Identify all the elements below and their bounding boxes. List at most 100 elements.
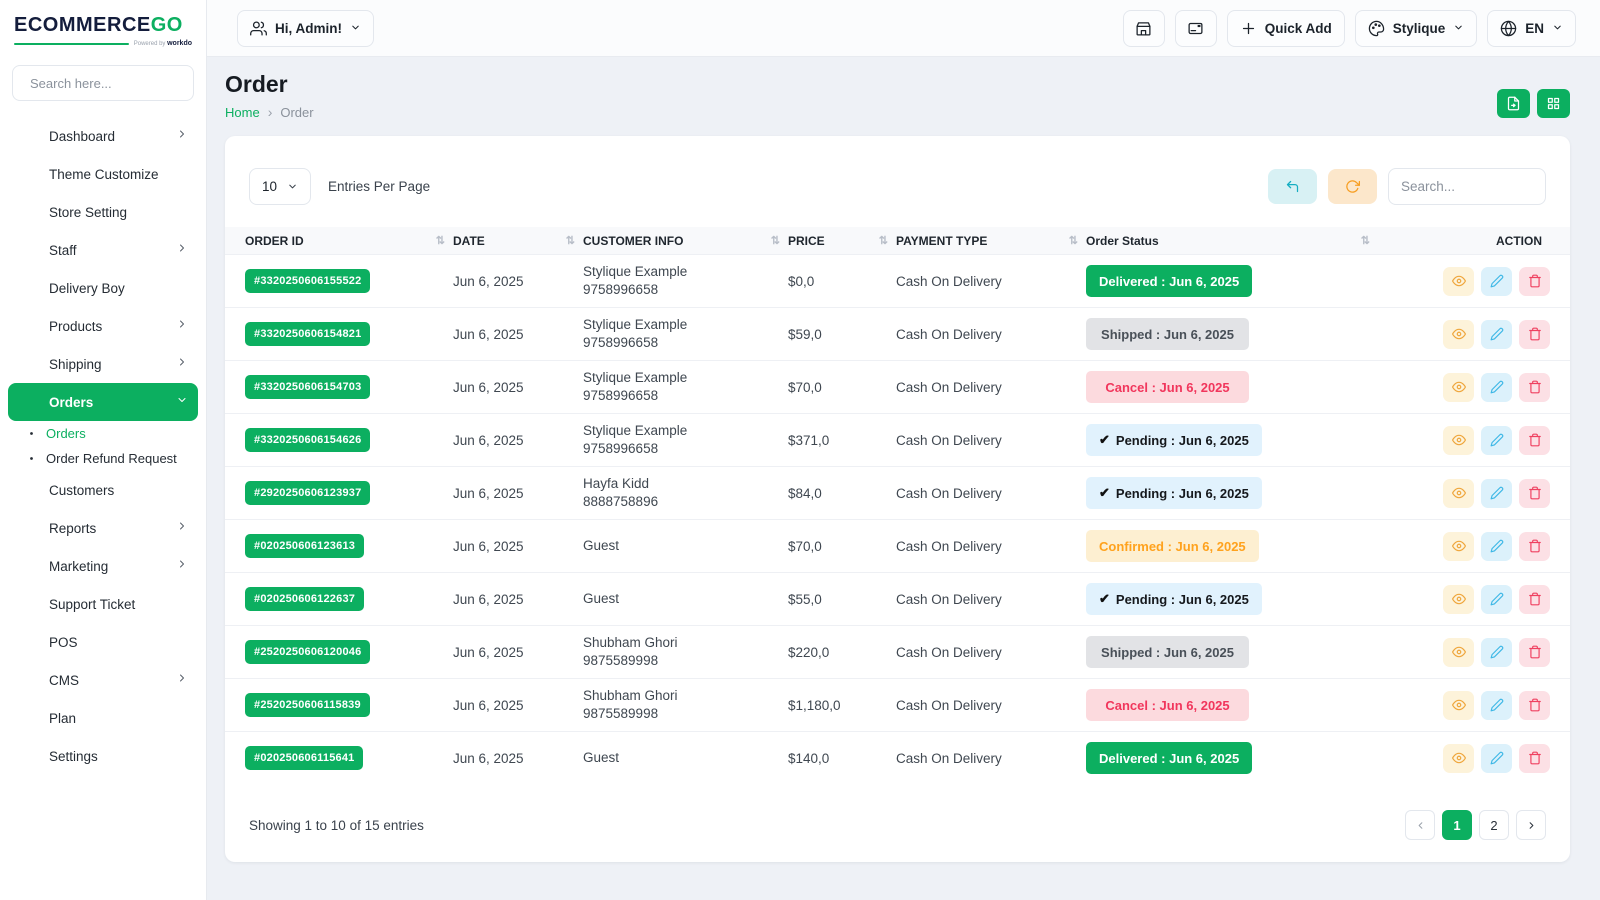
breadcrumb-home-link[interactable]: Home — [225, 105, 260, 120]
edit-order-button[interactable] — [1481, 267, 1512, 296]
order-id-badge[interactable]: #020250606122637 — [245, 587, 364, 611]
edit-order-button[interactable] — [1481, 585, 1512, 614]
export-button[interactable] — [1497, 89, 1530, 118]
table-search-input[interactable] — [1388, 168, 1546, 205]
reset-filters-button[interactable] — [1268, 169, 1317, 204]
refresh-button[interactable] — [1328, 169, 1377, 204]
view-order-button[interactable] — [1443, 479, 1474, 508]
edit-order-button[interactable] — [1481, 691, 1512, 720]
sort-icon[interactable]: ⇅ — [771, 234, 780, 247]
sidebar-item-orders[interactable]: Orders — [8, 421, 198, 446]
order-status-badge[interactable]: Delivered : Jun 6, 2025 — [1086, 265, 1252, 297]
delete-order-button[interactable] — [1519, 691, 1550, 720]
sidebar-item-order-refund-request[interactable]: Order Refund Request — [8, 446, 198, 471]
entries-per-page-select[interactable]: 10 — [249, 168, 311, 205]
order-id-badge[interactable]: #2520250606115839 — [245, 693, 370, 717]
order-status-badge[interactable]: Shipped : Jun 6, 2025 — [1086, 636, 1249, 668]
column-order-id[interactable]: ORDER ID — [245, 234, 304, 248]
edit-order-button[interactable] — [1481, 479, 1512, 508]
sidebar-item-staff[interactable]: Staff — [8, 231, 198, 269]
view-order-button[interactable] — [1443, 426, 1474, 455]
column-price[interactable]: PRICE — [788, 234, 825, 248]
sidebar-item-store-setting[interactable]: Store Setting — [8, 193, 198, 231]
sidebar-item-customers[interactable]: Customers — [8, 471, 198, 509]
order-id-badge[interactable]: #3320250606154821 — [245, 322, 370, 346]
delete-order-button[interactable] — [1519, 426, 1550, 455]
storefront-button[interactable] — [1123, 10, 1165, 47]
grid-view-button[interactable] — [1537, 89, 1570, 118]
view-order-button[interactable] — [1443, 638, 1474, 667]
sidebar-item-marketing[interactable]: Marketing — [8, 547, 198, 585]
order-status-badge[interactable]: Pending : Jun 6, 2025 — [1086, 424, 1262, 456]
sidebar-item-dashboard[interactable]: Dashboard — [8, 117, 198, 155]
next-page-button[interactable] — [1516, 810, 1546, 840]
sidebar-item-delivery-boy[interactable]: Delivery Boy — [8, 269, 198, 307]
order-id-badge[interactable]: #3320250606155522 — [245, 269, 370, 293]
sidebar-item-orders[interactable]: Orders — [8, 383, 198, 421]
email-template-button[interactable] — [1175, 10, 1217, 47]
order-status-badge[interactable]: Delivered : Jun 6, 2025 — [1086, 742, 1252, 774]
column-date[interactable]: DATE — [453, 234, 485, 248]
page-button[interactable]: 2 — [1479, 810, 1509, 840]
previous-page-button[interactable] — [1405, 810, 1435, 840]
view-order-button[interactable] — [1443, 320, 1474, 349]
order-id-badge[interactable]: #2520250606120046 — [245, 640, 370, 664]
sort-icon[interactable]: ⇅ — [1361, 234, 1370, 247]
sidebar-item-reports[interactable]: Reports — [8, 509, 198, 547]
view-order-button[interactable] — [1443, 532, 1474, 561]
sidebar-search-input[interactable] — [30, 76, 206, 91]
delete-order-button[interactable] — [1519, 267, 1550, 296]
sort-icon[interactable]: ⇅ — [1069, 234, 1078, 247]
edit-order-button[interactable] — [1481, 744, 1512, 773]
brand-logo[interactable]: ECOMMERCEGO Powered by workdo — [0, 0, 206, 53]
order-id-badge[interactable]: #020250606123613 — [245, 534, 364, 558]
sidebar-item-plan[interactable]: Plan — [8, 699, 198, 737]
table-row: #2520250606115839 Jun 6, 2025 Shubham Gh… — [225, 678, 1570, 731]
edit-order-button[interactable] — [1481, 532, 1512, 561]
edit-order-button[interactable] — [1481, 320, 1512, 349]
order-id-badge[interactable]: #020250606115641 — [245, 746, 363, 770]
language-select-button[interactable]: EN — [1487, 10, 1576, 47]
delete-order-button[interactable] — [1519, 320, 1550, 349]
column-payment-type[interactable]: PAYMENT TYPE — [896, 234, 987, 248]
edit-order-button[interactable] — [1481, 638, 1512, 667]
sort-icon[interactable]: ⇅ — [566, 234, 575, 247]
view-order-button[interactable] — [1443, 585, 1474, 614]
admin-menu-button[interactable]: Hi, Admin! — [237, 10, 374, 47]
view-order-button[interactable] — [1443, 691, 1474, 720]
order-status-badge[interactable]: Pending : Jun 6, 2025 — [1086, 583, 1262, 615]
sidebar-item-theme-customize[interactable]: Theme Customize — [8, 155, 198, 193]
delete-order-button[interactable] — [1519, 373, 1550, 402]
page-button[interactable]: 1 — [1442, 810, 1472, 840]
delete-order-button[interactable] — [1519, 638, 1550, 667]
sidebar-item-products[interactable]: Products — [8, 307, 198, 345]
edit-order-button[interactable] — [1481, 373, 1512, 402]
delete-order-button[interactable] — [1519, 744, 1550, 773]
sort-icon[interactable]: ⇅ — [436, 234, 445, 247]
view-order-button[interactable] — [1443, 267, 1474, 296]
order-status-badge[interactable]: Pending : Jun 6, 2025 — [1086, 477, 1262, 509]
sort-icon[interactable]: ⇅ — [879, 234, 888, 247]
delete-order-button[interactable] — [1519, 532, 1550, 561]
view-order-button[interactable] — [1443, 373, 1474, 402]
column-order-status[interactable]: Order Status — [1086, 234, 1159, 248]
sidebar-item-shipping[interactable]: Shipping — [8, 345, 198, 383]
delete-order-button[interactable] — [1519, 479, 1550, 508]
order-id-badge[interactable]: #2920250606123937 — [245, 481, 370, 505]
sidebar-item-pos[interactable]: POS — [8, 623, 198, 661]
order-id-badge[interactable]: #3320250606154703 — [245, 375, 370, 399]
column-customer-info[interactable]: CUSTOMER INFO — [583, 234, 683, 248]
view-order-button[interactable] — [1443, 744, 1474, 773]
quick-add-button[interactable]: Quick Add — [1227, 10, 1345, 47]
order-status-badge[interactable]: Shipped : Jun 6, 2025 — [1086, 318, 1249, 350]
delete-order-button[interactable] — [1519, 585, 1550, 614]
sidebar-item-cms[interactable]: CMS — [8, 661, 198, 699]
order-status-badge[interactable]: Cancel : Jun 6, 2025 — [1086, 689, 1249, 721]
order-status-badge[interactable]: Cancel : Jun 6, 2025 — [1086, 371, 1249, 403]
theme-select-button[interactable]: Stylique — [1355, 10, 1478, 47]
order-id-badge[interactable]: #3320250606154626 — [245, 428, 370, 452]
edit-order-button[interactable] — [1481, 426, 1512, 455]
order-status-badge[interactable]: Confirmed : Jun 6, 2025 — [1086, 530, 1259, 562]
sidebar-item-settings[interactable]: Settings — [8, 737, 198, 775]
sidebar-item-support-ticket[interactable]: Support Ticket — [8, 585, 198, 623]
